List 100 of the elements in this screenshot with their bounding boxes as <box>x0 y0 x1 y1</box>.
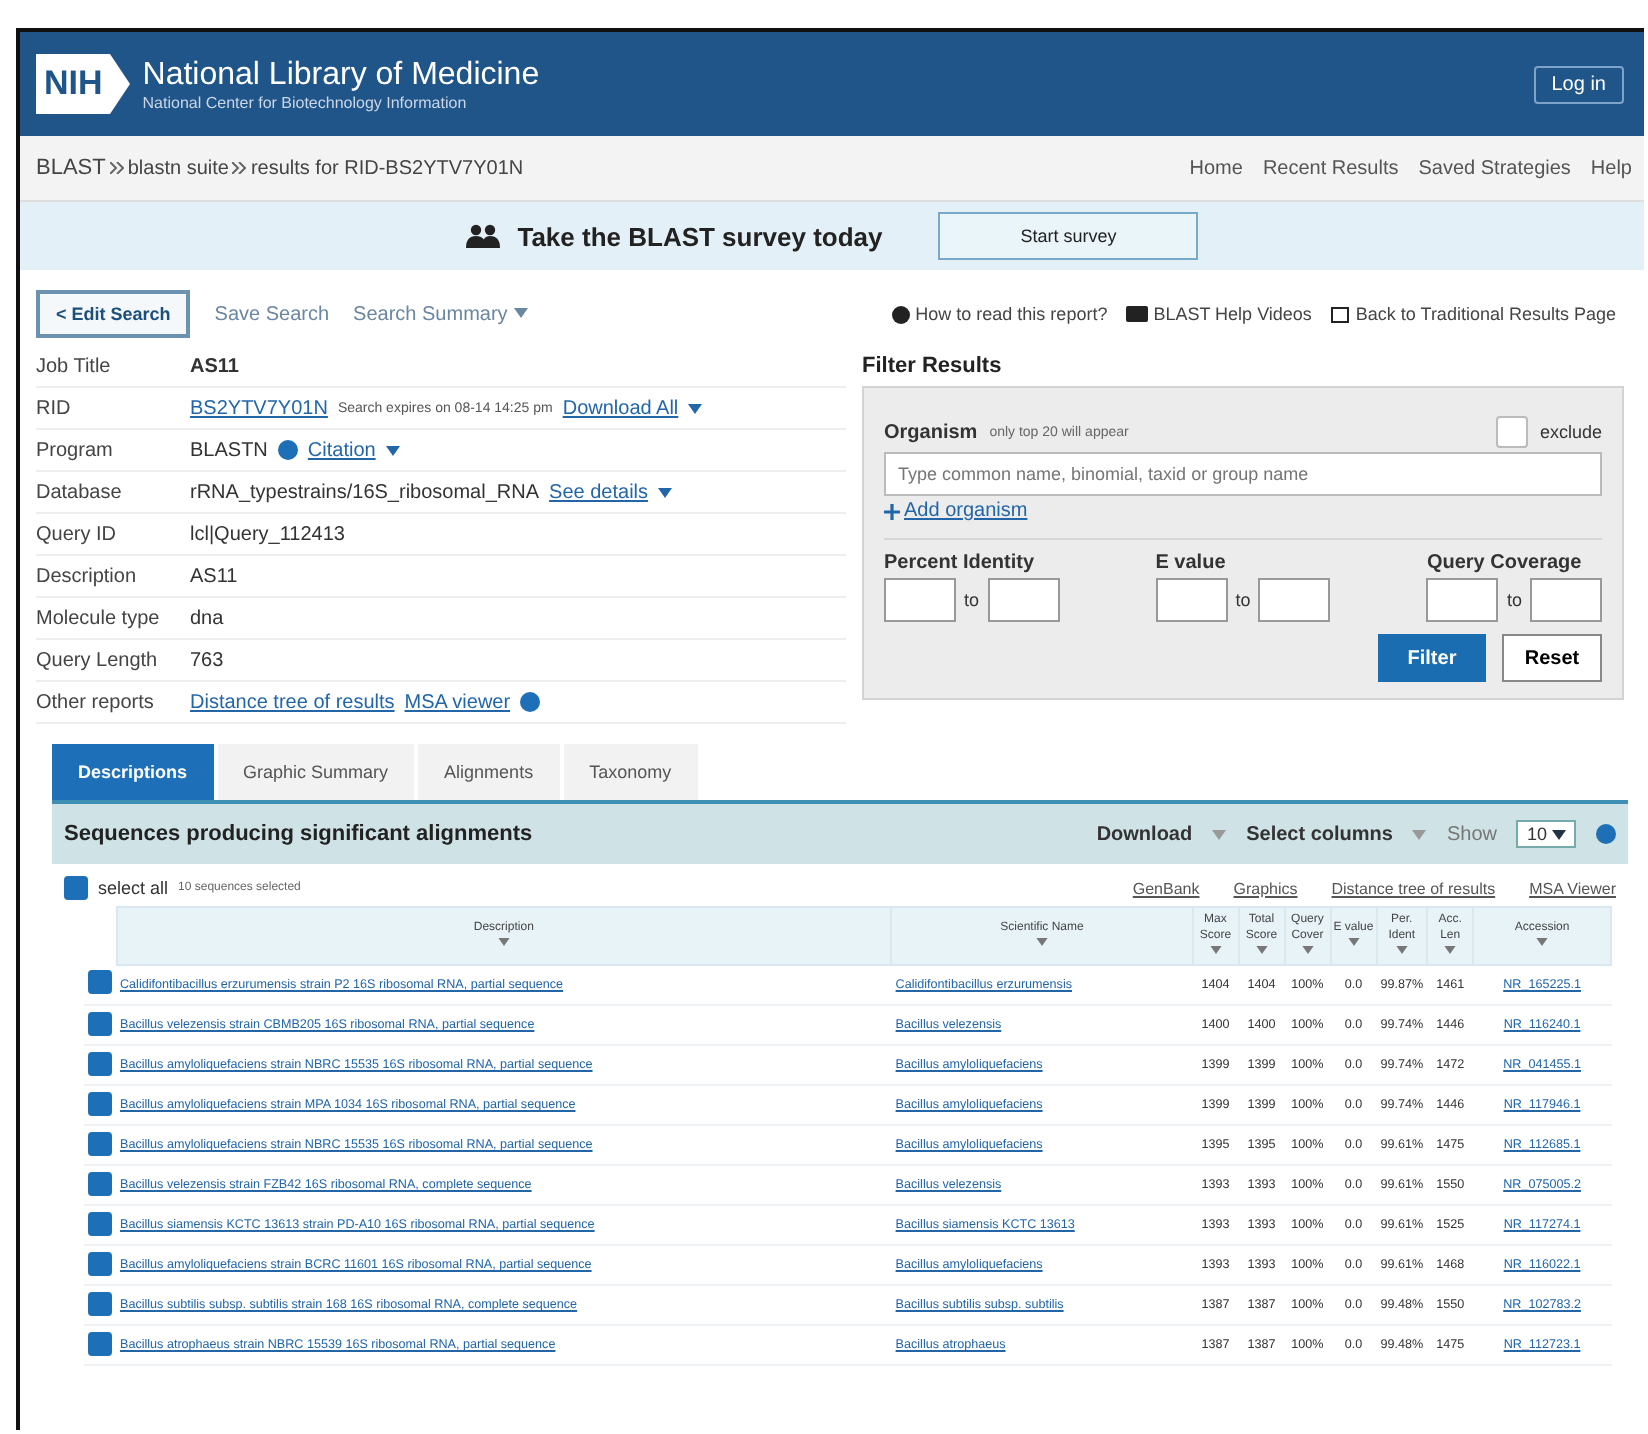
row-checkbox[interactable] <box>88 970 112 995</box>
select-columns-menu[interactable]: Select columns <box>1246 823 1393 845</box>
plus-icon <box>884 503 900 519</box>
show-select[interactable]: 10 <box>1516 820 1576 848</box>
field-link[interactable]: Citation <box>307 439 376 461</box>
range-input[interactable] <box>1155 578 1228 622</box>
field-label: Job Title <box>36 355 113 377</box>
field-label: Other reports <box>36 691 156 713</box>
info-icon[interactable] <box>520 692 541 712</box>
field-value: rRNA_typestrains/16S_ribosomal_RNA <box>190 481 540 503</box>
results-link[interactable]: GenBank <box>1132 879 1200 897</box>
row-checkbox[interactable] <box>88 1331 112 1355</box>
row-checkbox[interactable] <box>88 1051 112 1075</box>
results-link[interactable]: Distance tree of results <box>1331 879 1496 897</box>
nav-link[interactable]: Recent Results <box>1262 157 1399 179</box>
download-menu[interactable]: Download <box>1096 823 1193 845</box>
field-value: dna <box>190 607 224 629</box>
breadcrumb-item: results for RID-BS2YTV7Y01N <box>250 158 524 180</box>
people-icon <box>465 224 502 248</box>
filter-label: Percent Identity <box>884 552 1037 574</box>
results-title: Sequences producing significant alignments <box>64 822 533 846</box>
site-subtitle: National Center for Biotechnology Information <box>142 93 469 111</box>
exclude-checkbox[interactable] <box>1495 416 1528 448</box>
help-icon <box>891 305 910 323</box>
breadcrumb-item[interactable]: blastn suite <box>127 158 229 180</box>
caret-icon <box>513 308 528 319</box>
sort-icon[interactable] <box>1395 946 1408 955</box>
results-link[interactable]: Graphics <box>1233 879 1298 897</box>
sort-icon[interactable] <box>1301 946 1314 955</box>
row-checkbox[interactable] <box>88 1211 112 1235</box>
sort-icon[interactable] <box>1347 938 1360 947</box>
results-tab[interactable]: Descriptions <box>52 744 214 800</box>
field-value[interactable]: BS2YTV7Y01N <box>190 397 328 419</box>
filter-label: Query Coverage <box>1426 552 1584 574</box>
row-checkbox[interactable] <box>88 1291 112 1315</box>
double-chevron-icon <box>232 162 247 174</box>
field-link[interactable]: See details <box>549 481 649 503</box>
sort-icon[interactable] <box>1209 946 1222 955</box>
results-tab[interactable]: Alignments <box>418 744 560 800</box>
field-label: Query Length <box>36 649 160 671</box>
row-checkbox[interactable] <box>88 1011 112 1035</box>
caret-icon <box>688 403 703 413</box>
field-value: 763 <box>190 649 224 671</box>
sort-icon[interactable] <box>1536 938 1549 947</box>
help-icon[interactable] <box>1596 824 1616 844</box>
exclude-label: exclude <box>1539 422 1602 442</box>
caret-icon <box>385 445 400 455</box>
search-summary-link[interactable]: Search Summary <box>353 303 528 325</box>
sort-icon[interactable] <box>1444 946 1457 955</box>
row-checkbox[interactable] <box>88 1171 112 1195</box>
field-label: Molecule type <box>36 607 162 629</box>
add-organism-link[interactable]: Add organism <box>904 500 1028 522</box>
field-label: Database <box>36 481 124 503</box>
nav-link[interactable]: Home <box>1189 157 1243 179</box>
report-link[interactable]: Back to Traditional Results Page <box>1355 304 1616 324</box>
organism-input[interactable]: Type common name, binomial, taxid or group name <box>884 452 1602 496</box>
sort-icon[interactable] <box>497 938 510 947</box>
field-label: Program <box>36 439 115 461</box>
info-icon[interactable] <box>277 440 298 460</box>
range-input[interactable] <box>987 578 1060 622</box>
row-checkbox[interactable] <box>88 1091 112 1115</box>
field-link[interactable]: Download All <box>562 397 679 419</box>
report-link[interactable]: BLAST Help Videos <box>1153 304 1312 324</box>
reset-button[interactable]: Reset <box>1502 634 1602 682</box>
organism-label: Organism <box>884 421 978 443</box>
field-label: Description <box>36 565 139 587</box>
range-input[interactable] <box>1529 578 1602 622</box>
range-input[interactable] <box>1258 578 1331 622</box>
row-checkbox[interactable] <box>88 1131 112 1155</box>
select-all-checkbox[interactable] <box>64 876 88 900</box>
save-search-link[interactable]: Save Search <box>214 303 330 325</box>
to-label: to <box>1506 590 1522 610</box>
results-link[interactable]: MSA Viewer <box>1529 879 1616 897</box>
results-tab[interactable]: Graphic Summary <box>217 744 415 800</box>
results-tab[interactable]: Taxonomy <box>563 744 698 800</box>
field-value: AS11 <box>190 565 238 587</box>
sort-icon[interactable] <box>1255 946 1268 955</box>
show-label: Show <box>1446 823 1497 845</box>
survey-text: Take the BLAST survey today <box>517 221 883 251</box>
breadcrumb-item[interactable]: BLAST <box>36 156 106 180</box>
field-value[interactable]: Distance tree of results <box>190 691 395 713</box>
chevron-icon <box>110 54 131 114</box>
nav-link[interactable]: Help <box>1590 157 1632 179</box>
nav-link[interactable]: Saved Strategies <box>1418 157 1571 179</box>
filter-label: E value <box>1155 552 1228 574</box>
field-link[interactable]: MSA viewer <box>404 691 511 713</box>
caret-icon <box>1212 829 1227 839</box>
filter-button[interactable]: Filter <box>1378 634 1486 682</box>
edit-search-button[interactable]: < Edit Search <box>36 290 191 338</box>
range-input[interactable] <box>1426 578 1499 622</box>
field-value: BLASTN <box>190 439 268 461</box>
site-title[interactable]: National Library of Medicine <box>142 57 540 93</box>
caret-icon <box>1412 829 1427 839</box>
sort-icon[interactable] <box>1036 938 1048 947</box>
range-input[interactable] <box>884 578 956 622</box>
row-checkbox[interactable] <box>88 1251 112 1275</box>
to-label: to <box>1235 590 1251 610</box>
start-survey-button[interactable]: Start survey <box>938 212 1199 260</box>
login-button[interactable]: Log in <box>1533 65 1624 103</box>
report-link[interactable]: How to read this report? <box>915 304 1108 324</box>
